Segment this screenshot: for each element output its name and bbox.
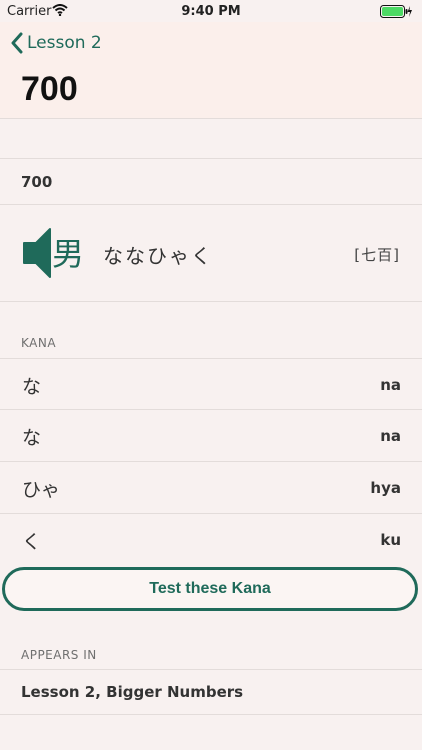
appears-in-item[interactable]: Lesson 2, Bigger Numbers [0, 670, 422, 715]
kana-romaji: na [380, 427, 401, 445]
clock: 9:40 PM [181, 4, 241, 19]
word-reading: ななひゃく [103, 244, 213, 268]
kanji-char-icon: 男 [52, 235, 85, 273]
back-label: Lesson 2 [27, 33, 102, 53]
word-value-row: 700 [0, 159, 422, 205]
kana-char: ひゃ [22, 479, 61, 501]
kana-char: な [22, 427, 42, 449]
list-item: ひゃ hya [0, 462, 422, 514]
status-bar: Carrier 9:40 PM [0, 0, 422, 22]
kana-romaji: hya [370, 479, 401, 497]
appears-in-section-header: APPEARS IN [21, 648, 97, 662]
word-reading-row: 男 ななひゃく [七百] [0, 205, 422, 302]
speaker-icon[interactable] [22, 227, 52, 279]
nav-header: Lesson 2 700 [0, 22, 422, 119]
list-item: な na [0, 359, 422, 410]
test-kana-button[interactable]: Test these Kana [2, 567, 418, 611]
page-title: 700 [21, 70, 78, 108]
list-item: く ku [0, 514, 422, 566]
battery-icon [380, 5, 412, 22]
kana-char: な [22, 376, 42, 398]
chevron-left-icon [11, 32, 23, 54]
kana-romaji: ku [380, 531, 401, 549]
back-button[interactable]: Lesson 2 [10, 30, 102, 56]
list-item: な na [0, 410, 422, 462]
word-value: 700 [21, 173, 53, 191]
kana-char: く [22, 531, 42, 553]
kana-romaji: na [380, 376, 401, 394]
appears-in-label: Lesson 2, Bigger Numbers [21, 683, 244, 701]
kana-section-header: KANA [21, 336, 57, 350]
word-kanji: [七百] [354, 246, 400, 264]
